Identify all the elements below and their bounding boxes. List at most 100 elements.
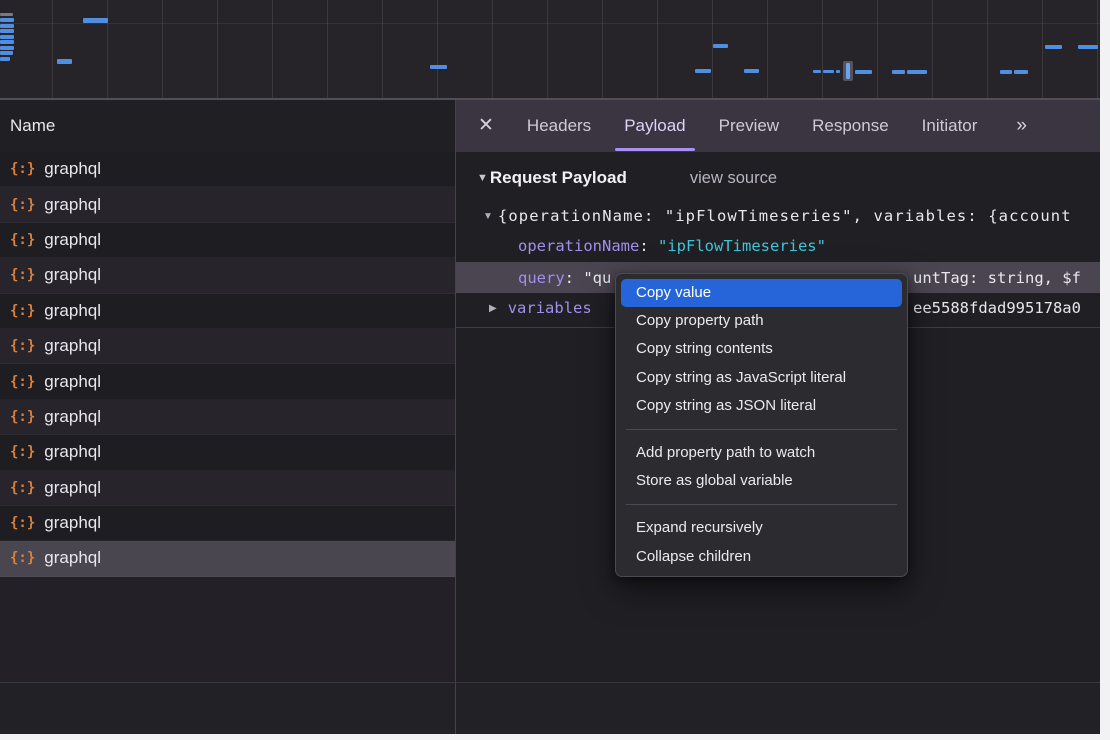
waterfall-bar: [57, 59, 72, 64]
request-name: graphql: [44, 265, 101, 285]
context-menu: Copy valueCopy property pathCopy string …: [615, 273, 908, 577]
waterfall-bar: [713, 44, 728, 48]
waterfall-bar: [813, 70, 821, 73]
close-icon[interactable]: ✕: [478, 100, 494, 152]
devtools-screenshot: Name ✕ Headers Payload Preview Response Init…: [0, 0, 1110, 740]
tab-preview[interactable]: Preview: [719, 100, 779, 152]
request-name: graphql: [44, 478, 101, 498]
menu-item-copy-string-as-javascript-literal[interactable]: Copy string as JavaScript literal: [621, 364, 902, 392]
operationname-value: "ipFlowTimeseries": [658, 237, 826, 255]
request-row[interactable]: {:}graphql: [0, 294, 455, 329]
waterfall-bar: [1000, 70, 1012, 74]
footer-divider: [0, 682, 1100, 683]
request-name: graphql: [44, 159, 101, 179]
collapsed-arrow-icon[interactable]: ▶: [489, 303, 497, 314]
request-row[interactable]: {:}graphql: [0, 435, 455, 470]
menu-item-store-as-global-variable[interactable]: Store as global variable: [621, 467, 902, 495]
json-request-icon: {:}: [10, 480, 35, 496]
request-row[interactable]: {:} graphql: [0, 506, 455, 541]
payload-root-row[interactable]: ▼ {operationName: "ipFlowTimeseries", var…: [456, 201, 1100, 231]
tab-headers[interactable]: Headers: [527, 100, 591, 152]
menu-item-copy-string-as-json-literal[interactable]: Copy string as JSON literal: [621, 392, 902, 420]
request-row[interactable]: {:} graphql: [0, 258, 455, 293]
query-value-left: "qu: [583, 269, 611, 287]
view-source-link[interactable]: view source: [690, 169, 777, 188]
waterfall-bar: [907, 70, 927, 74]
network-waterfall-overview[interactable]: [0, 0, 1100, 100]
expanded-arrow-icon[interactable]: ▼: [483, 211, 493, 222]
waterfall-bar: [0, 29, 14, 33]
waterfall-bar: [0, 13, 13, 16]
waterfall-selected-marker: [846, 63, 850, 79]
waterfall-bar: [744, 69, 759, 73]
network-request-list: {:} graphql {:} graphql {:} graphql {:} graphql…: [0, 152, 455, 682]
request-row[interactable]: {:} graphql: [0, 400, 455, 435]
menu-item-add-property-path-to-watch[interactable]: Add property path to watch: [621, 439, 902, 467]
json-request-icon: {:}: [10, 232, 35, 248]
menu-separator: [626, 504, 897, 505]
json-request-icon: {:}: [10, 374, 35, 390]
request-name: graphql: [44, 407, 101, 427]
waterfall-bar: [0, 57, 10, 61]
json-request-icon: {:}: [10, 409, 35, 425]
waterfall-bar: [0, 51, 13, 55]
waterfall-bar: [855, 70, 872, 74]
request-row[interactable]: {:} graphql: [0, 364, 455, 399]
waterfall-bar: [0, 35, 14, 39]
request-row[interactable]: {:}graphql: [0, 329, 455, 364]
waterfall-bar: [1014, 70, 1028, 74]
more-tabs-icon[interactable]: »: [1016, 100, 1025, 152]
request-payload-section-header[interactable]: ▼ Request Payload view source: [456, 162, 777, 194]
request-row[interactable]: {:} graphql: [0, 223, 455, 258]
json-request-icon: {:}: [10, 515, 35, 531]
devtools-network-panel: Name ✕ Headers Payload Preview Response Init…: [0, 0, 1100, 734]
waterfall-bar: [1045, 45, 1062, 49]
request-name: graphql: [44, 372, 101, 392]
waterfall-bar: [0, 24, 14, 28]
menu-item-expand-recursively[interactable]: Expand recursively: [621, 514, 902, 542]
query-colon: :: [565, 269, 584, 287]
payload-operationname-row[interactable]: operationName: "ipFlowTimeseries": [456, 231, 1100, 261]
waterfall-bar: [1078, 45, 1098, 49]
menu-item-collapse-children[interactable]: Collapse children: [621, 543, 902, 571]
query-key: query: [518, 269, 565, 287]
tab-payload[interactable]: Payload: [624, 100, 685, 152]
tab-response[interactable]: Response: [812, 100, 889, 152]
menu-item-copy-value[interactable]: Copy value: [621, 279, 902, 307]
waterfall-bar: [892, 70, 905, 74]
menu-item-copy-property-path[interactable]: Copy property path: [621, 307, 902, 335]
variables-key: variables: [508, 299, 592, 317]
request-name: graphql: [44, 195, 101, 215]
waterfall-bar: [0, 46, 14, 50]
waterfall-bar: [836, 70, 840, 73]
variables-value-right: ee5588fdad995178a0: [913, 293, 1081, 323]
waterfall-bar: [0, 40, 14, 44]
waterfall-bar: [83, 18, 108, 23]
request-name: graphql: [44, 513, 101, 533]
waterfall-bar: [695, 69, 711, 73]
request-row[interactable]: {:} graphql: [0, 187, 455, 222]
request-row[interactable]: {:} graphql: [0, 471, 455, 506]
operationname-key: operationName: [518, 237, 639, 255]
name-column-header[interactable]: Name: [0, 100, 455, 153]
name-column-label: Name: [0, 116, 55, 136]
tab-initiator[interactable]: Initiator: [922, 100, 978, 152]
json-request-icon: {:}: [10, 197, 35, 213]
request-detail-tabbar: ✕ Headers Payload Preview Response Initiator…: [455, 100, 1100, 152]
section-expander-icon[interactable]: ▼: [477, 172, 488, 184]
json-request-icon: {:}: [10, 267, 35, 283]
waterfall-bar: [0, 18, 14, 22]
json-request-icon: {:}: [10, 338, 35, 354]
request-row[interactable]: {:} graphql: [0, 152, 455, 187]
json-request-icon: {:}: [10, 550, 35, 566]
json-request-icon: {:}: [10, 161, 35, 177]
request-payload-title: Request Payload: [490, 168, 627, 188]
query-value-right: untTag: string, $f: [913, 262, 1081, 293]
json-request-icon: {:}: [10, 303, 35, 319]
request-name: graphql: [44, 442, 101, 462]
request-row[interactable]: {:}graphql: [0, 541, 455, 576]
payload-root-preview: {operationName: "ipFlowTimeseries", vari…: [498, 207, 1072, 225]
waterfall-bar: [823, 70, 834, 73]
menu-item-copy-string-contents[interactable]: Copy string contents: [621, 335, 902, 363]
request-name: graphql: [44, 230, 101, 250]
